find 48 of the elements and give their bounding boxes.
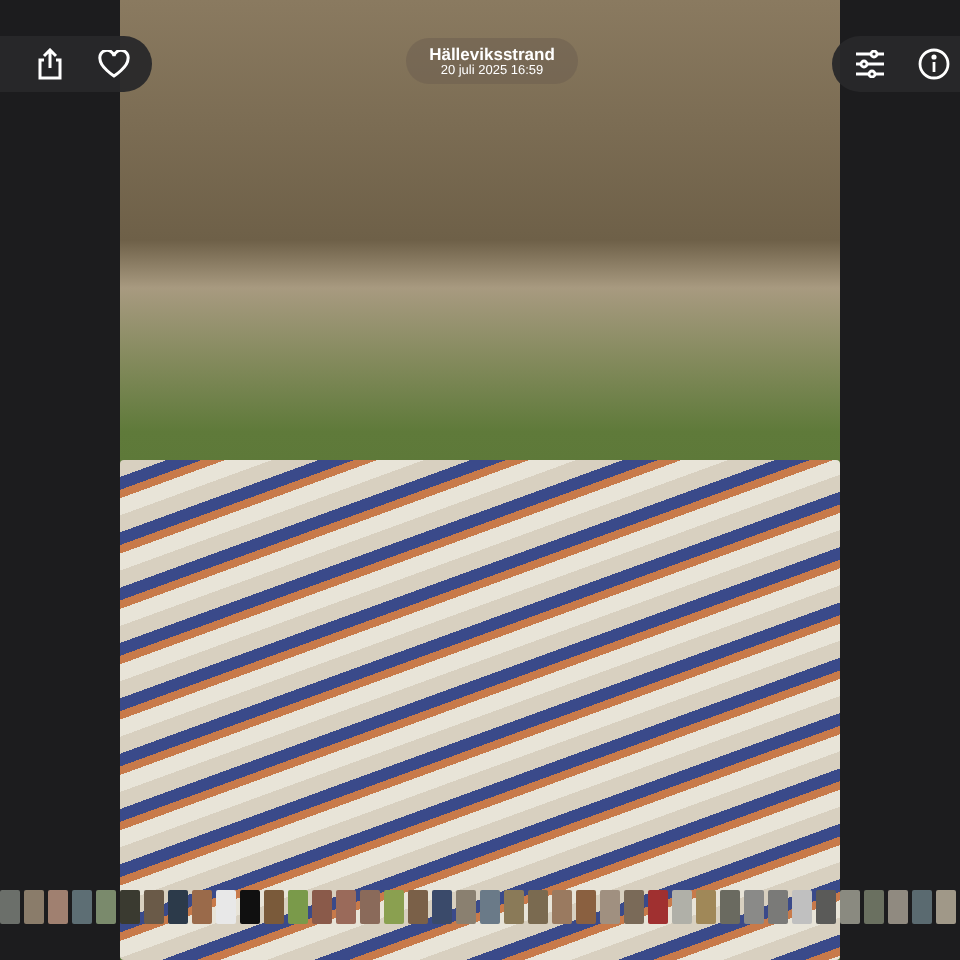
sliders-icon bbox=[854, 50, 886, 78]
thumbnail[interactable] bbox=[408, 890, 428, 924]
thumbnail[interactable] bbox=[120, 890, 140, 924]
thumbnail[interactable] bbox=[264, 890, 284, 924]
info-icon bbox=[918, 48, 950, 80]
thumbnail[interactable] bbox=[24, 890, 44, 924]
thumbnail[interactable] bbox=[624, 890, 644, 924]
favorite-button[interactable] bbox=[96, 46, 132, 82]
thumbnail[interactable] bbox=[744, 890, 764, 924]
thumbnail[interactable] bbox=[456, 890, 476, 924]
thumbnail[interactable] bbox=[792, 890, 812, 924]
thumbnail[interactable] bbox=[216, 890, 236, 924]
thumbnail[interactable] bbox=[816, 890, 836, 924]
info-button[interactable] bbox=[916, 46, 952, 82]
thumbnail[interactable] bbox=[888, 890, 908, 924]
heart-icon bbox=[98, 50, 130, 78]
thumbnail[interactable] bbox=[72, 890, 92, 924]
thumbnail[interactable] bbox=[648, 890, 668, 924]
thumbnail[interactable] bbox=[48, 890, 68, 924]
adjust-button[interactable] bbox=[852, 46, 888, 82]
thumbnail[interactable] bbox=[864, 890, 884, 924]
thumbnail[interactable] bbox=[360, 890, 380, 924]
thumbnail[interactable] bbox=[576, 890, 596, 924]
thumbnail[interactable] bbox=[912, 890, 932, 924]
thumbnail[interactable] bbox=[600, 890, 620, 924]
thumbnail[interactable] bbox=[144, 890, 164, 924]
thumbnail[interactable] bbox=[432, 890, 452, 924]
thumbnail[interactable] bbox=[936, 890, 956, 924]
thumbnail[interactable] bbox=[336, 890, 356, 924]
thumbnail[interactable] bbox=[168, 890, 188, 924]
thumbnail[interactable] bbox=[240, 890, 260, 924]
thumbnail[interactable] bbox=[528, 890, 548, 924]
thumbnail[interactable] bbox=[552, 890, 572, 924]
thumbnail[interactable] bbox=[384, 890, 404, 924]
thumbnail[interactable] bbox=[768, 890, 788, 924]
thumbnail[interactable] bbox=[312, 890, 332, 924]
thumbnail[interactable] bbox=[696, 890, 716, 924]
thumbnail[interactable] bbox=[192, 890, 212, 924]
thumbnail[interactable] bbox=[840, 890, 860, 924]
thumbnail[interactable] bbox=[720, 890, 740, 924]
thumbnail[interactable] bbox=[0, 890, 20, 924]
thumbnail[interactable] bbox=[288, 890, 308, 924]
thumbnail[interactable] bbox=[672, 890, 692, 924]
thumbnail[interactable] bbox=[480, 890, 500, 924]
thumbnail[interactable] bbox=[96, 890, 116, 924]
thumbnail[interactable] bbox=[504, 890, 524, 924]
location-title: Hälleviksstrand bbox=[429, 44, 555, 64]
share-icon bbox=[36, 48, 64, 80]
